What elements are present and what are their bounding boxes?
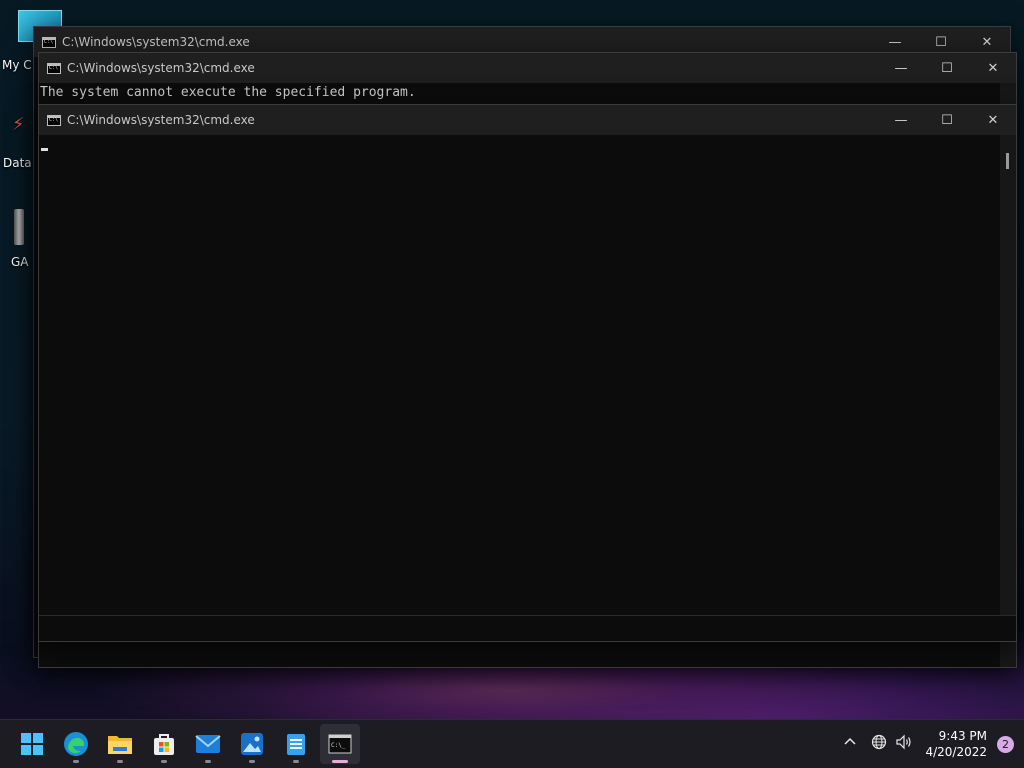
minimize-button[interactable]: — (878, 53, 924, 83)
start-button[interactable] (12, 724, 52, 764)
taskbar: C:\_ 9:43 PM 4/20/2022 2 (0, 719, 1024, 768)
store-icon (154, 734, 174, 755)
title-bar[interactable]: C:\Windows\system32\cmd.exe — ☐ ✕ (39, 53, 1016, 83)
taskbar-store[interactable] (144, 724, 184, 764)
running-indicator (293, 760, 299, 763)
window-title: C:\Windows\system32\cmd.exe (67, 113, 255, 127)
windows-logo-icon (21, 733, 43, 755)
chevron-up-icon[interactable] (843, 735, 857, 753)
cmd-icon (42, 36, 56, 48)
svg-text:C:\_: C:\_ (331, 742, 346, 749)
console-output: The system cannot execute the specified … (40, 85, 416, 100)
window-title: C:\Windows\system32\cmd.exe (67, 61, 255, 75)
mail-icon (195, 735, 221, 753)
running-indicator (73, 760, 79, 763)
folder-icon (108, 736, 132, 754)
console-area[interactable] (39, 135, 1000, 615)
close-button[interactable]: ✕ (970, 53, 1016, 83)
photos-icon (241, 733, 263, 755)
running-indicator (117, 760, 123, 763)
maximize-button[interactable]: ☐ (924, 53, 970, 83)
notepad-icon (287, 734, 305, 755)
cmd-icon (47, 62, 61, 74)
taskbar-edge[interactable] (56, 724, 96, 764)
desktop-icon-label: GA (11, 255, 29, 269)
close-button[interactable]: ✕ (970, 105, 1016, 135)
shortcut-icon: ⚡ (12, 114, 25, 135)
taskbar-notepad[interactable] (276, 724, 316, 764)
terminal-icon: C:\_ (328, 734, 352, 754)
edge-icon (64, 732, 88, 756)
running-indicator (205, 760, 211, 763)
taskbar-file-explorer[interactable] (100, 724, 140, 764)
cmd-window-front[interactable]: C:\Windows\system32\cmd.exe — ☐ ✕ (38, 104, 1017, 642)
desktop-icon-label: My C (2, 58, 32, 72)
running-indicator (332, 760, 348, 763)
running-indicator (161, 760, 167, 763)
cmd-icon (47, 114, 61, 126)
desktop-icon-label: Data (3, 156, 32, 170)
notification-badge[interactable]: 2 (997, 735, 1014, 753)
drive-icon (14, 209, 24, 245)
system-tray: 9:43 PM 4/20/2022 2 (839, 720, 1024, 768)
window-title: C:\Windows\system32\cmd.exe (62, 35, 250, 49)
clock-time: 9:43 PM (938, 729, 987, 743)
taskbar-photos[interactable] (232, 724, 272, 764)
clock-date: 4/20/2022 (925, 745, 987, 759)
scrollbar[interactable] (1000, 135, 1016, 615)
minimize-button[interactable]: — (878, 105, 924, 135)
taskbar-command-prompt[interactable]: C:\_ (320, 724, 360, 764)
maximize-button[interactable]: ☐ (924, 105, 970, 135)
title-bar[interactable]: C:\Windows\system32\cmd.exe — ☐ ✕ (39, 105, 1016, 135)
clock[interactable]: 9:43 PM 4/20/2022 (925, 728, 987, 760)
globe-icon[interactable] (871, 734, 887, 754)
running-indicator (249, 760, 255, 763)
console-output (39, 137, 41, 156)
text-cursor (41, 148, 48, 151)
volume-icon[interactable] (895, 734, 913, 754)
taskbar-mail[interactable] (188, 724, 228, 764)
scrollbar-thumb[interactable] (1006, 153, 1009, 169)
status-strip (39, 615, 1016, 616)
